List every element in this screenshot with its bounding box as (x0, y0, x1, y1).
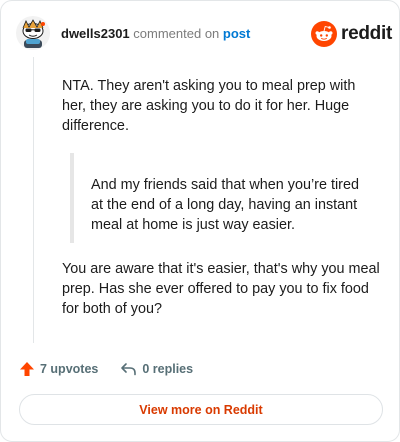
replies-stat[interactable]: 0 replies (120, 361, 193, 377)
thread-line (33, 57, 34, 343)
snoo-avatar-icon[interactable] (16, 16, 50, 50)
blockquote-bar (70, 153, 74, 243)
comment-stats: 7 upvotes 0 replies (19, 361, 193, 377)
reddit-logo[interactable]: reddit (311, 21, 392, 47)
username-link[interactable]: dwells2301 (61, 26, 130, 41)
post-link[interactable]: post (223, 26, 250, 41)
replies-count: 0 replies (142, 362, 194, 376)
view-more-button[interactable]: View more on Reddit (19, 394, 383, 425)
reddit-logo-icon (311, 21, 337, 47)
comment-paragraph-2: You are aware that it's easier, that's w… (62, 261, 380, 317)
upvote-arrow-icon (20, 362, 34, 376)
comment-card: dwells2301 commented on post reddit NTA.… (0, 0, 400, 442)
upvotes-stat[interactable]: 7 upvotes (19, 361, 98, 377)
action-text: commented on (133, 26, 220, 41)
comment-header: dwells2301 commented on post (61, 26, 250, 42)
reply-arrow-icon (121, 363, 137, 376)
reddit-wordmark: reddit (341, 23, 392, 44)
comment-paragraph-1: NTA. They aren't asking you to meal prep… (62, 78, 356, 134)
blockquote-text: And my friends said that when you’re tir… (91, 177, 359, 233)
upvotes-count: 7 upvotes (40, 362, 99, 376)
